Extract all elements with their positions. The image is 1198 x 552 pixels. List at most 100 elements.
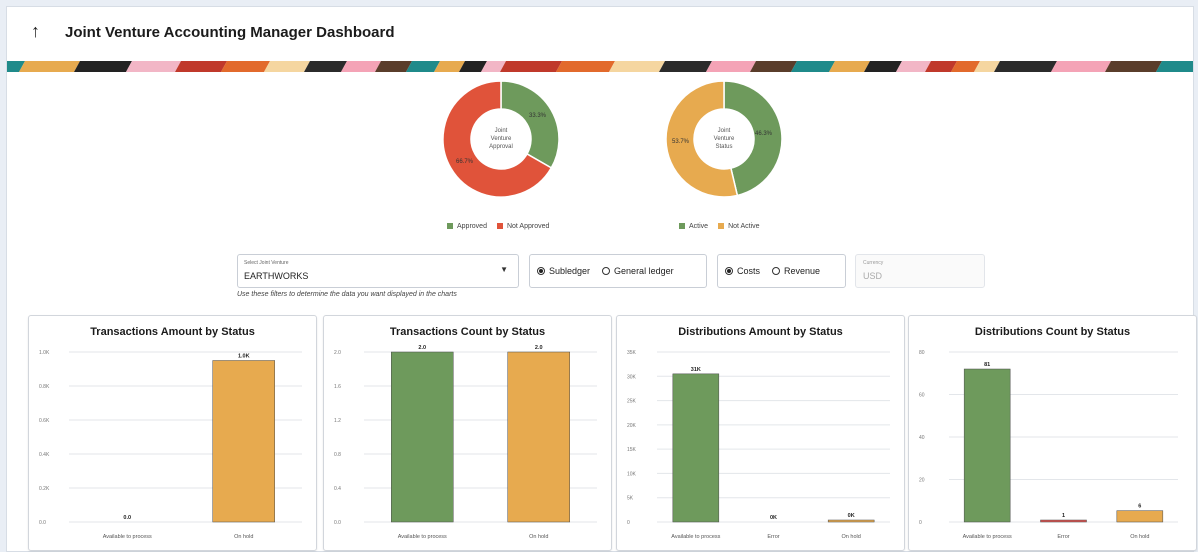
status-donut-chart: Joint Venture Status 46.3% 53.7%	[664, 79, 784, 199]
joint-venture-select-value: EARTHWORKS	[244, 271, 309, 281]
legend-item-approved: Approved	[447, 223, 487, 230]
currency-label: Currency	[863, 260, 884, 266]
y-tick-label: 1.2	[334, 418, 341, 424]
legend-item-not-active: Not Active	[718, 223, 760, 230]
x-tick-label: On hold	[529, 534, 548, 540]
y-tick-label: 35K	[627, 350, 637, 356]
radio-revenue[interactable]: Revenue	[772, 266, 820, 276]
radio-costs[interactable]: Costs	[725, 266, 760, 276]
x-tick-label: Error	[767, 534, 779, 540]
currency-field: Currency USD	[855, 254, 985, 288]
data-label: 31K	[691, 367, 701, 373]
data-label: 1	[1062, 513, 1065, 519]
data-label: 81	[984, 362, 990, 368]
y-tick-label: 80	[919, 350, 925, 356]
slice-label-approved: 33.3%	[529, 113, 547, 119]
y-tick-label: 0	[919, 520, 922, 526]
slice-label-not-approved: 66.7%	[456, 159, 474, 165]
filter-hint: Use these filters to determine the data …	[237, 291, 457, 298]
y-tick-label: 10K	[627, 471, 637, 477]
data-label: 0.0	[123, 515, 131, 521]
data-label: 2.0	[535, 345, 543, 351]
y-tick-label: 0.4	[334, 486, 341, 492]
x-tick-label: On hold	[1130, 534, 1149, 540]
bar-error[interactable]	[1040, 519, 1087, 523]
data-label: 1.0K	[238, 354, 250, 360]
data-label: 0K	[770, 515, 777, 521]
x-tick-label: Available to process	[963, 534, 1012, 540]
y-tick-label: 0.8K	[39, 384, 50, 390]
distributions-amount-chart: 0 5K 10K 15K 20K 25K 30K 35K 31K Available to pro…	[627, 350, 890, 540]
radio-unselected-icon[interactable]	[772, 267, 781, 275]
bar-on-hold[interactable]	[212, 360, 275, 523]
x-tick-label: Available to process	[671, 534, 720, 540]
y-tick-label: 0.4K	[39, 452, 50, 458]
y-tick-label: 5K	[627, 496, 634, 502]
y-tick-label: 1.6	[334, 384, 341, 390]
radio-selected-icon[interactable]	[537, 267, 545, 275]
legend-item-not-approved: Not Approved	[496, 223, 549, 230]
y-tick-label: 0.8	[334, 452, 341, 458]
card-title: Distributions Count by Status	[974, 326, 1131, 338]
data-label: 6	[1138, 504, 1141, 510]
x-tick-label: On hold	[842, 534, 861, 540]
data-label: 0K	[848, 513, 855, 519]
joint-venture-select[interactable]: Select Joint Venture EARTHWORKS ▼	[237, 254, 519, 288]
y-tick-label: 60	[919, 393, 925, 399]
x-tick-label: On hold	[234, 534, 253, 540]
radio-subledger[interactable]: Subledger	[537, 266, 590, 276]
bar-available-to-process[interactable]	[963, 368, 1011, 523]
x-tick-label: Available to process	[103, 534, 152, 540]
bar-on-hold[interactable]	[827, 519, 875, 523]
caret-down-icon[interactable]: ▼	[500, 265, 508, 274]
decorative-banner	[7, 61, 1193, 72]
x-tick-label: Available to process	[398, 534, 447, 540]
y-tick-label: 15K	[627, 447, 637, 453]
distributions-count-card: Distributions Count by Status 0 20 40 60 80 8…	[908, 315, 1197, 551]
status-legend: Active Not Active	[679, 223, 760, 230]
transactions-count-chart: 0.0 0.4 0.8 1.2 1.6 2.0 2.0 Available to proces…	[334, 345, 597, 540]
arrow-up-icon[interactable]: ↑	[31, 21, 40, 42]
legend-item-active: Active	[679, 223, 708, 230]
bar-available-to-process[interactable]	[672, 373, 720, 523]
joint-venture-select-label: Select Joint Venture	[244, 260, 289, 266]
distributions-amount-card: Distributions Amount by Status 0 5K 10K 15K…	[616, 315, 905, 551]
y-tick-label: 0.0	[39, 520, 46, 526]
transactions-amount-chart: 0.0 0.2K 0.4K 0.6K 0.8K 1.0K 0.0 Available to p…	[39, 350, 302, 540]
y-tick-label: 40	[919, 435, 925, 441]
currency-value: USD	[863, 271, 883, 281]
bar-on-hold[interactable]	[507, 351, 570, 523]
radio-selected-icon[interactable]	[725, 267, 733, 275]
bar-available-to-process[interactable]	[391, 351, 454, 523]
y-tick-label: 0.0	[334, 520, 341, 526]
card-title: Distributions Amount by Status	[678, 326, 843, 338]
y-tick-label: 20K	[627, 423, 637, 429]
card-title: Transactions Amount by Status	[90, 326, 255, 338]
y-tick-label: 20	[919, 478, 925, 484]
page-header: ↑ Joint Venture Accounting Manager Dashb…	[7, 7, 1193, 59]
bar-on-hold[interactable]	[1116, 510, 1164, 523]
type-radio-group: Costs Revenue	[717, 254, 846, 288]
y-tick-label: 0.2K	[39, 486, 50, 492]
radio-unselected-icon[interactable]	[602, 267, 611, 275]
slice-label-not-active: 53.7%	[672, 139, 690, 145]
transactions-amount-card: Transactions Amount by Status 0.0 0.2K 0.4…	[28, 315, 317, 551]
donut-center-label: Joint Venture Approval	[489, 128, 513, 150]
approval-donut-chart: Joint Venture Approval 33.3% 66.7%	[441, 79, 561, 199]
y-tick-label: 0	[627, 520, 630, 526]
y-tick-label: 1.0K	[39, 350, 50, 356]
card-title: Transactions Count by Status	[389, 326, 546, 338]
transactions-count-card: Transactions Count by Status 0.0 0.4 0.8 1.…	[323, 315, 612, 551]
slice-label-active: 46.3%	[755, 131, 773, 137]
y-tick-label: 0.6K	[39, 418, 50, 424]
y-tick-label: 30K	[627, 374, 637, 380]
y-tick-label: 25K	[627, 399, 637, 405]
x-tick-label: Error	[1057, 534, 1069, 540]
data-label: 2.0	[418, 345, 426, 351]
distributions-count-chart: 0 20 40 60 80 81 Available to process 1 Error 6 On…	[919, 350, 1178, 540]
page-title: Joint Venture Accounting Manager Dashboa…	[65, 24, 395, 41]
radio-general-ledger[interactable]: General ledger	[602, 266, 674, 276]
y-tick-label: 2.0	[334, 350, 341, 356]
dashboard-frame: ↑ Joint Venture Accounting Manager Dashb…	[6, 6, 1197, 552]
ledger-radio-group: Subledger General ledger	[529, 254, 707, 288]
